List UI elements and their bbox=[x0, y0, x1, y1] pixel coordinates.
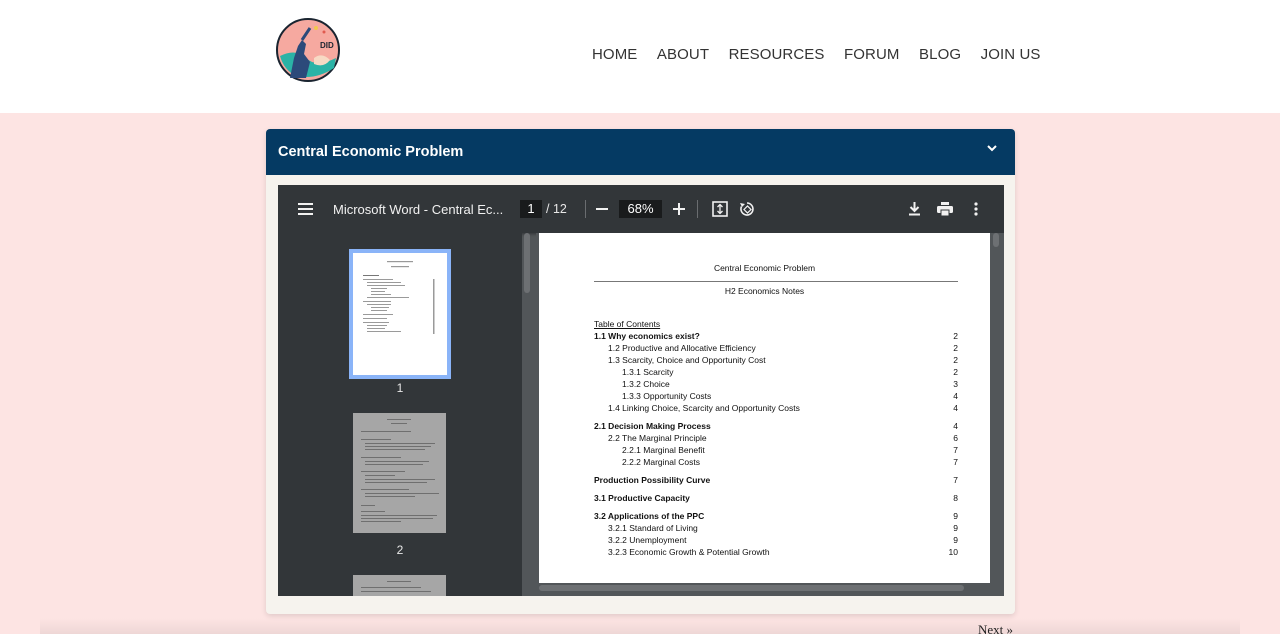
menu-icon[interactable] bbox=[298, 202, 313, 216]
pdf-page: Central Economic Problem H2 Economics No… bbox=[539, 233, 990, 583]
toc-entry-page: 10 bbox=[948, 547, 958, 557]
toc-entry-page: 2 bbox=[953, 343, 958, 353]
page-number-input[interactable]: 1 bbox=[520, 200, 542, 218]
thumbnail-page-1[interactable] bbox=[349, 249, 451, 379]
svg-text:DID: DID bbox=[320, 41, 334, 50]
document-vertical-scrollbar[interactable] bbox=[993, 233, 999, 247]
chevron-down-icon[interactable] bbox=[985, 141, 999, 155]
toc-entry-page: 9 bbox=[953, 523, 958, 533]
doc-title: Central Economic Problem bbox=[713, 263, 816, 273]
thumbnail-number: 1 bbox=[396, 381, 404, 395]
nav-join-us[interactable]: JOIN US bbox=[981, 46, 1041, 63]
document-horizontal-scrollbar[interactable] bbox=[539, 585, 964, 591]
main-nav: HOME ABOUT RESOURCES FORUM BLOG JOIN US bbox=[592, 46, 1040, 63]
toc-entry-page: 7 bbox=[953, 457, 958, 467]
accordion-header[interactable]: Central Economic Problem bbox=[266, 129, 1015, 175]
accordion-card: Central Economic Problem Microsoft Word … bbox=[266, 129, 1015, 614]
toc-entry-page: 6 bbox=[953, 433, 958, 443]
toc-entry-page: 2 bbox=[953, 367, 958, 377]
next-link[interactable]: Next » bbox=[978, 622, 1013, 634]
nav-forum[interactable]: FORUM bbox=[844, 46, 900, 63]
toc-entry-page: 9 bbox=[953, 511, 958, 521]
zoom-input[interactable]: 68% bbox=[619, 200, 662, 218]
print-icon[interactable] bbox=[937, 202, 953, 216]
pdf-toolbar: Microsoft Word - Central Ec... 1 / 12 68… bbox=[278, 185, 1004, 233]
sidebar-scrollbar[interactable] bbox=[524, 233, 530, 293]
toc-entry-page: 3 bbox=[953, 379, 958, 389]
thumbnail-sidebar: 1 2 bbox=[278, 233, 522, 596]
doc-divider bbox=[594, 281, 958, 282]
site-logo[interactable]: DID bbox=[276, 18, 340, 82]
toc-entry-page: 2 bbox=[953, 355, 958, 365]
nav-resources[interactable]: RESOURCES bbox=[729, 46, 825, 63]
thumbnail-number: 2 bbox=[396, 543, 404, 557]
nav-home[interactable]: HOME bbox=[592, 46, 637, 63]
toc-entry-page: 9 bbox=[953, 535, 958, 545]
thumbnail-page-2[interactable] bbox=[353, 413, 446, 533]
footer-shadow bbox=[40, 618, 1240, 634]
nav-blog[interactable]: BLOG bbox=[919, 46, 961, 63]
page-preview bbox=[361, 581, 431, 592]
accordion-title: Central Economic Problem bbox=[278, 144, 464, 160]
fit-page-icon[interactable] bbox=[712, 201, 728, 217]
page-total: / 12 bbox=[546, 202, 567, 216]
download-icon[interactable] bbox=[908, 201, 921, 216]
doc-subtitle: H2 Economics Notes bbox=[724, 286, 805, 296]
more-options-icon[interactable] bbox=[974, 202, 978, 216]
toc-entry-page: 8 bbox=[953, 493, 958, 503]
zoom-in-icon[interactable] bbox=[673, 203, 685, 215]
page-preview bbox=[361, 419, 439, 522]
zoom-out-icon[interactable] bbox=[596, 208, 608, 210]
toolbar-divider bbox=[585, 200, 586, 218]
toc-heading: Table of Contents bbox=[594, 319, 661, 329]
toolbar-divider bbox=[697, 200, 698, 218]
site-header: DID HOME ABOUT RESOURCES FORUM BLOG JOIN… bbox=[0, 0, 1280, 113]
page-preview bbox=[363, 261, 435, 334]
toc-entry-page: 7 bbox=[953, 475, 958, 485]
document-area: Central Economic Problem H2 Economics No… bbox=[536, 233, 1004, 596]
toc-entry-page: 7 bbox=[953, 445, 958, 455]
toc-entry-page: 2 bbox=[953, 331, 958, 341]
document-title: Microsoft Word - Central Ec... bbox=[333, 202, 504, 217]
toc-entry-page: 4 bbox=[953, 391, 958, 401]
toc-entry-page: 4 bbox=[953, 403, 958, 413]
pdf-viewer: Microsoft Word - Central Ec... 1 / 12 68… bbox=[278, 185, 1004, 596]
rotate-icon[interactable] bbox=[739, 201, 755, 217]
thumbnail-page-3[interactable] bbox=[353, 575, 446, 596]
toc-entry-page: 4 bbox=[953, 421, 958, 431]
nav-about[interactable]: ABOUT bbox=[657, 46, 709, 63]
